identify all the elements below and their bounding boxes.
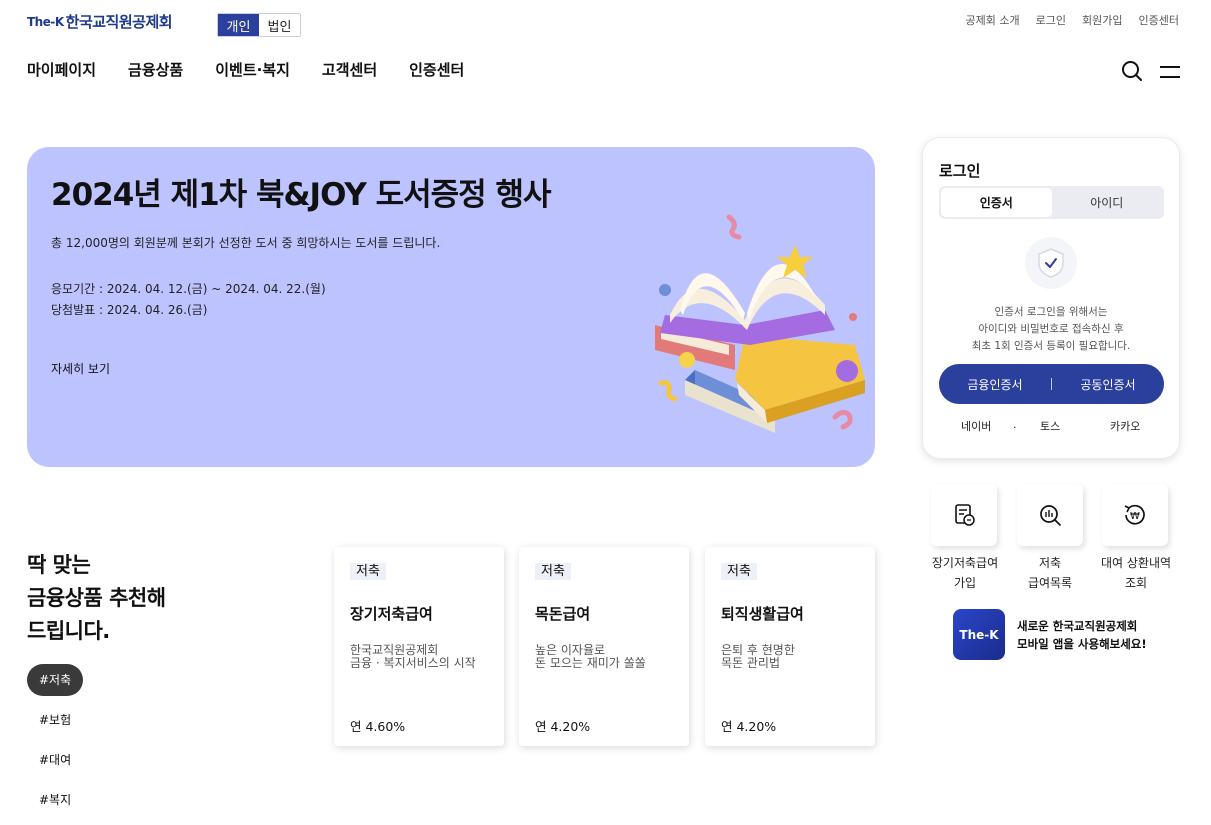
history-won-icon: ₩ [1124,504,1145,525]
quick-label-line: 대여 상환내역 [1100,556,1172,570]
product-badge: 저축 [350,563,386,580]
banner-title: 2024년 제1차 북&JOY 도서증정 행사 [51,177,551,213]
login-info-line: 인증서 로그인을 위해서는 [994,306,1108,318]
banner-announce-date: 당첨발표 : 2024. 04. 26.(금) [51,303,208,317]
tab-certificate[interactable]: 인증서 [941,188,1052,217]
util-link-login[interactable]: 로그인 [1036,12,1066,28]
product-badge: 저축 [721,563,757,580]
app-logo-icon: The-K [953,609,1005,660]
banner-description: 총 12,000명의 회원분께 본회가 선정한 도서 중 희망하시는 도서를 드… [51,236,441,250]
login-panel: 로그인 인증서 아이디 인증서 로그인을 위해서는 아이디와 비밀번호로 접속하… [922,137,1180,459]
search-icon[interactable] [1121,60,1143,86]
member-type-corporate[interactable]: 법인 [259,14,300,36]
nav-item-products[interactable]: 금융상품 [128,59,183,80]
util-link-about[interactable]: 공제회 소개 [966,12,1020,28]
banner-dates: 응모기간 : 2024. 04. 12.(금) ~ 2024. 04. 22.(… [51,279,326,321]
toss-login-button[interactable]: 토스 [1040,418,1060,434]
search-doc-icon [1040,505,1061,526]
header-actions [1121,60,1181,86]
joint-cert-button[interactable]: 공동인증서 [1052,376,1164,393]
product-name: 목돈급여 [535,605,591,623]
social-separator: . [1013,418,1017,431]
product-card[interactable]: 저축 목돈급여 높은 이자율로 돈 모으는 재미가 쏠쏠 연 4.20% [519,547,689,746]
quick-label-line: 조회 [1124,576,1148,590]
category-tags: #저축 #보험 #대여 #복지 [27,664,84,824]
cert-login-buttons: 금융인증서 공동인증서 [939,364,1164,404]
naver-login-button[interactable]: 네이버 [961,418,991,434]
product-badge: 저축 [535,563,571,580]
tab-id[interactable]: 아이디 [1052,188,1163,217]
quick-label-line: 급여목록 [1027,576,1073,590]
member-type-personal[interactable]: 개인 [218,14,259,36]
recommend-title: 딱 맞는 금융상품 추천해 드립니다. [27,549,166,648]
books-illustration-icon [655,214,865,433]
member-type-toggle: 개인 법인 [217,13,301,37]
quick-label-line: 저축 [1038,556,1062,570]
tag-loan[interactable]: #대여 [27,744,83,776]
util-link-signup[interactable]: 회원가입 [1082,12,1122,28]
product-rate: 연 4.20% [535,719,591,734]
login-info-line: 아이디와 비밀번호로 접속하신 후 [978,323,1124,335]
banner-apply-period: 응모기간 : 2024. 04. 12.(금) ~ 2024. 04. 22.(… [51,282,326,296]
app-promo-text: 새로운 한국교직원공제회 모바일 앱을 사용해보세요! [1017,617,1147,653]
recommend-title-line: 딱 맞는 [27,553,91,577]
svg-text:₩: ₩ [1130,511,1140,522]
app-promo[interactable]: The-K 새로운 한국교직원공제회 모바일 앱을 사용해보세요! [953,609,1147,660]
quick-menu-savings-join[interactable] [931,484,997,546]
utility-links: 공제회 소개 로그인 회원가입 인증센터 [966,12,1179,28]
app-promo-line: 새로운 한국교직원공제회 [1017,618,1138,633]
nav-item-support[interactable]: 고객센터 [322,59,377,80]
login-tabs: 인증서 아이디 [939,186,1164,219]
app-promo-line: 모바일 앱을 사용해보세요! [1017,636,1147,651]
nav-item-events[interactable]: 이벤트·복지 [215,59,290,80]
financial-cert-button[interactable]: 금융인증서 [939,376,1051,393]
quick-menu-loan-history[interactable]: ₩ [1102,484,1168,546]
product-rate: 연 4.20% [721,719,777,734]
tag-welfare[interactable]: #복지 [27,784,83,816]
login-title: 로그인 [939,162,981,180]
login-info: 인증서 로그인을 위해서는 아이디와 비밀번호로 접속하신 후 최초 1회 인증… [923,304,1179,355]
product-description: 은퇴 후 현명한 목돈 관리법 [721,644,795,670]
util-link-cert[interactable]: 인증센터 [1139,12,1179,28]
product-name: 장기저축급여 [350,605,433,623]
document-savings-icon [955,504,975,526]
product-card[interactable]: 저축 퇴직생활급여 은퇴 후 현명한 목돈 관리법 연 4.20% [705,547,875,746]
product-desc-line: 돈 모으는 재미가 쏠쏠 [535,656,646,670]
product-description: 한국교직원공제회 금융 · 복지서비스의 시작 [350,644,476,670]
event-banner[interactable]: 2024년 제1차 북&JOY 도서증정 행사 총 12,000명의 회원분께 … [27,147,875,467]
nav-item-certcenter[interactable]: 인증센터 [409,59,464,80]
quick-label-savings-list[interactable]: 저축 급여목록 [1000,553,1100,593]
recommend-title-line: 금융상품 추천해 [27,586,166,610]
tag-savings[interactable]: #저축 [27,664,84,696]
tag-insurance[interactable]: #보험 [27,704,83,736]
nav-item-mypage[interactable]: 마이페이지 [27,59,96,80]
logo-prefix: The-K [27,14,64,29]
logo-name: 한국교직원공제회 [65,13,173,31]
product-desc-line: 목돈 관리법 [721,656,781,670]
product-card[interactable]: 저축 장기저축급여 한국교직원공제회 금융 · 복지서비스의 시작 연 4.60… [334,547,504,746]
product-rate: 연 4.60% [350,719,406,734]
product-desc-line: 금융 · 복지서비스의 시작 [350,656,476,670]
quick-menu-savings-list[interactable] [1017,484,1083,546]
banner-more-link[interactable]: 자세히 보기 [51,360,110,377]
shield-check-icon [1025,237,1077,289]
main-nav: 마이페이지 금융상품 이벤트·복지 고객센터 인증센터 [27,59,464,80]
recommend-title-line: 드립니다. [27,619,110,643]
menu-icon[interactable] [1159,64,1181,83]
kakao-login-button[interactable]: 카카오 [1110,418,1140,434]
quick-label-loan-history[interactable]: 대여 상환내역 조회 [1086,553,1186,593]
product-description: 높은 이자율로 돈 모으는 재미가 쏠쏠 [535,644,646,670]
site-logo[interactable]: The-K 한국교직원공제회 [27,11,173,32]
login-info-line: 최초 1회 인증서 등록이 필요합니다. [971,340,1131,352]
product-name: 퇴직생활급여 [721,605,804,623]
